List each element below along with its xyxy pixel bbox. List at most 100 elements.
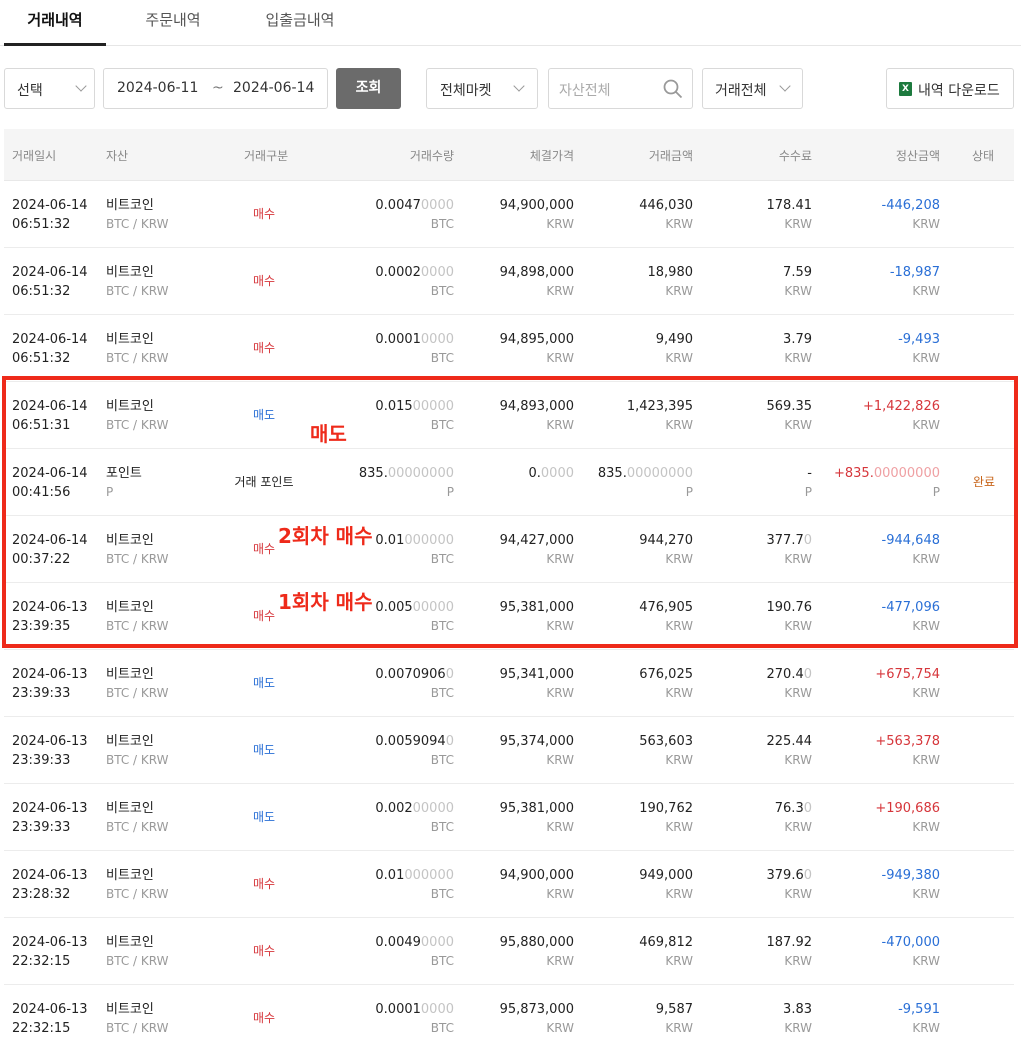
table-row[interactable]: 2024-06-13 23:39:35 비트코인 BTC / KRW 매수 0.00500… [4, 583, 1014, 650]
period-select[interactable]: 선택 [4, 68, 95, 109]
asset-name: 비트코인 [106, 332, 154, 347]
table-row[interactable]: 2024-06-14 06:51:31 비트코인 BTC / KRW 매도 0.01500… [4, 382, 1014, 449]
qty-value: 0.002 [375, 801, 413, 816]
price-unit: KRW [546, 954, 574, 968]
qty-unit: BTC [430, 887, 454, 901]
asset-name: 비트코인 [106, 265, 154, 280]
price-cell: 94,893,000 KRW [500, 397, 574, 435]
trade-side: 매수 [252, 274, 276, 288]
fee-value: 190.76 [766, 600, 813, 615]
qty-unit: BTC [430, 753, 454, 767]
table-row[interactable]: 2024-06-14 00:37:22 비트코인 BTC / KRW 매수 0.01000… [4, 516, 1014, 583]
trade-time: 06:51:32 [12, 284, 71, 299]
price-unit: KRW [546, 552, 574, 566]
fee-unit: KRW [784, 887, 812, 901]
settle-cell: -9,493 KRW [898, 330, 940, 368]
table-row[interactable]: 2024-06-14 06:51:32 비트코인 BTC / KRW 매수 0.00020… [4, 248, 1014, 315]
trade-type-select[interactable]: 거래전체 [702, 68, 803, 109]
trade-time: 23:39:33 [12, 820, 71, 835]
price-cell: 94,895,000 KRW [500, 330, 574, 368]
date-from[interactable]: 2024-06-11 [117, 80, 198, 96]
amount-value: 9,587 [655, 1002, 693, 1017]
table-row[interactable]: 2024-06-14 06:51:32 비트코인 BTC / KRW 매수 0.00010… [4, 315, 1014, 382]
qty-value: 0.0002 [375, 265, 421, 280]
table-row[interactable]: 2024-06-13 23:39:33 비트코인 BTC / KRW 매도 0.00200… [4, 784, 1014, 851]
amount-value: 18,980 [647, 265, 694, 280]
amount-unit: KRW [665, 284, 693, 298]
date-to[interactable]: 2024-06-14 [233, 80, 314, 96]
table-row[interactable]: 2024-06-14 06:51:32 비트코인 BTC / KRW 매수 0.00470… [4, 181, 1014, 248]
table-row[interactable]: 2024-06-13 23:39:33 비트코인 BTC / KRW 매도 0.00709… [4, 650, 1014, 717]
chevron-down-icon [75, 80, 87, 92]
trade-datetime: 2024-06-13 23:28:32 [12, 866, 88, 904]
trade-datetime: 2024-06-14 06:51:32 [12, 330, 88, 368]
table-row[interactable]: 2024-06-13 23:28:32 비트코인 BTC / KRW 매수 0.01000… [4, 851, 1014, 918]
qty-trailing: 00000 [412, 600, 454, 615]
price-value: 94,898,000 [499, 265, 574, 280]
price-value: 94,895,000 [499, 332, 574, 347]
qty-cell: 835.00000000 P [359, 464, 454, 502]
trade-date: 2024-06-13 [12, 801, 88, 816]
search-icon[interactable] [662, 78, 684, 100]
market-select[interactable]: 전체마켓 [426, 68, 538, 109]
asset-cell: 비트코인 BTC / KRW [106, 196, 169, 234]
asset-pair: BTC / KRW [106, 418, 169, 432]
asset-cell: 비트코인 BTC / KRW [106, 330, 169, 368]
trade-time: 06:51:31 [12, 418, 71, 433]
amount-cell: 944,270 KRW [639, 531, 693, 569]
trade-datetime: 2024-06-13 23:39:33 [12, 665, 88, 703]
col-fee: 수수료 [778, 149, 812, 163]
trade-datetime: 2024-06-14 00:37:22 [12, 531, 88, 569]
chevron-down-icon [779, 80, 791, 92]
qty-cell: 0.00200000 BTC [375, 799, 454, 837]
settle-value: -477,096 [881, 600, 940, 615]
amount-cell: 676,025 KRW [639, 665, 693, 703]
amount-value: 469,812 [639, 935, 693, 950]
date-range-picker[interactable]: 2024-06-11 ~ 2024-06-14 [103, 68, 328, 109]
fee-value: 187.92 [766, 935, 813, 950]
settle-cell: -18,987 KRW [890, 263, 940, 301]
table-row[interactable]: 2024-06-13 23:39:33 비트코인 BTC / KRW 매도 0.00590… [4, 717, 1014, 784]
qty-unit: BTC [430, 284, 454, 298]
search-button[interactable]: 조회 [336, 68, 401, 109]
settle-cell: -477,096 KRW [882, 598, 940, 636]
tab-trade-history[interactable]: 거래내역 [4, 0, 106, 46]
qty-value: 0.0049 [375, 935, 421, 950]
qty-value: 0.005 [375, 600, 413, 615]
trade-side: 매수 [252, 207, 276, 221]
fee-value: 3.83 [783, 1002, 812, 1017]
fee-cell: 379.60 KRW [767, 866, 813, 904]
amount-cell: 9,587 KRW [656, 1000, 693, 1037]
trade-time: 06:51:32 [12, 351, 71, 366]
qty-cell: 0.00010000 BTC [375, 330, 454, 368]
tab-deposit-withdraw-history[interactable]: 입출금내역 [240, 0, 360, 46]
fee-trailing: 0 [803, 868, 812, 883]
table-row[interactable]: 2024-06-13 22:32:15 비트코인 BTC / KRW 매수 0.00490… [4, 918, 1014, 985]
table-row[interactable]: 2024-06-14 00:41:56 포인트 P 거래 포인트 835.00000000… [4, 449, 1014, 516]
asset-cell: 비트코인 BTC / KRW [106, 933, 169, 971]
trade-date: 2024-06-14 [12, 399, 88, 414]
trade-date: 2024-06-14 [12, 265, 88, 280]
trade-side: 매도 [252, 408, 276, 422]
fee-unit: P [804, 485, 812, 499]
amount-cell: 835.00000000 P [598, 464, 693, 502]
download-button[interactable]: X 내역 다운로드 [886, 68, 1014, 109]
asset-pair: BTC / KRW [106, 619, 169, 633]
tab-order-history[interactable]: 주문내역 [118, 0, 228, 46]
table-row[interactable]: 2024-06-13 22:32:15 비트코인 BTC / KRW 매수 0.00010… [4, 985, 1014, 1037]
settle-unit: KRW [912, 887, 940, 901]
market-select-value: 전체마켓 [440, 83, 492, 99]
qty-cell: 0.01500000 BTC [375, 397, 454, 435]
annotation-sell: 매도 [310, 422, 347, 446]
qty-unit: BTC [430, 1021, 454, 1035]
trade-side: 매수 [252, 944, 276, 958]
asset-name: 비트코인 [106, 801, 154, 816]
amount-unit: KRW [665, 217, 693, 231]
price-value: 95,374,000 [499, 734, 574, 749]
amount-cell: 9,490 KRW [656, 330, 693, 368]
settle-unit: KRW [912, 1021, 940, 1035]
settle-value: -446,208 [881, 198, 940, 213]
asset-name: 비트코인 [106, 734, 154, 749]
asset-search-input[interactable]: 자산전체 [548, 68, 693, 109]
asset-pair: BTC / KRW [106, 954, 169, 968]
